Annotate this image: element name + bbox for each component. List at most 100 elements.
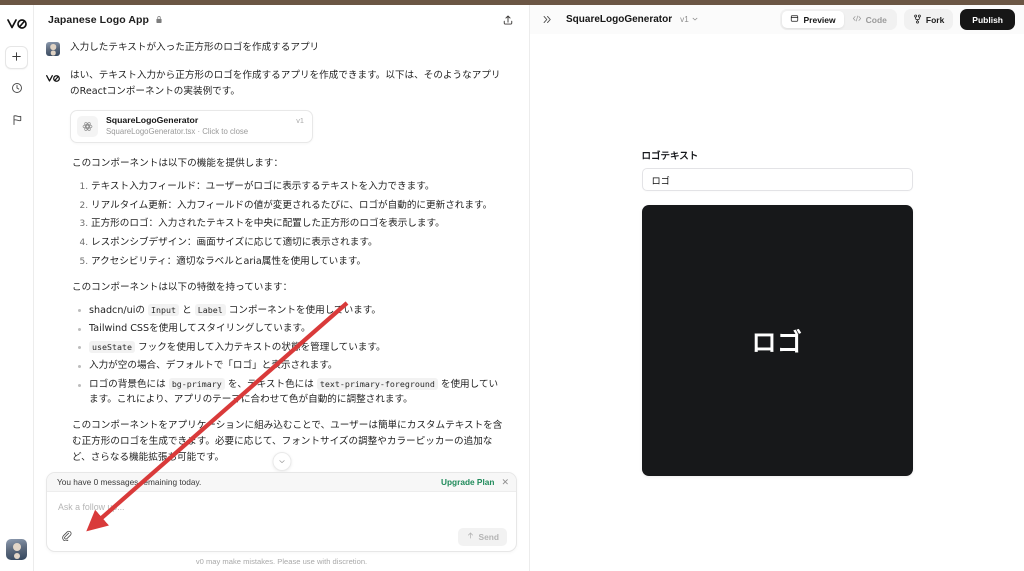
trait-text: shadcn/uiの — [89, 304, 149, 316]
left-rail — [0, 5, 34, 571]
sidebar-item-history[interactable] — [5, 78, 28, 101]
trait-text: ロゴの背景色には — [89, 379, 169, 391]
arrow-up-icon — [466, 531, 475, 542]
publish-label: Publish — [972, 14, 1003, 25]
message-avatar — [46, 40, 61, 56]
disclaimer-text: v0 may make mistakes. Please use with di… — [195, 557, 368, 566]
trait-text: コンポーネントを使用しています。 — [225, 304, 382, 316]
chat-panel: Japanese Logo App 入力したテキストが入った正方形のロゴを作成す… — [34, 5, 530, 571]
v0-logo-icon[interactable] — [6, 16, 28, 32]
chevron-down-icon — [691, 15, 699, 25]
logo-preview-square: ロゴ — [641, 205, 913, 476]
code-block-version: v1 — [296, 116, 304, 126]
code-block-meta: SquareLogoGenerator SquareLogoGenerator.… — [106, 115, 296, 137]
logo-text-input[interactable]: ロゴ — [641, 168, 913, 191]
quota-banner: You have 0 messages remaining today. Upg… — [47, 473, 516, 492]
trait-text: フックを使用して入力テキストの状態を管理しています。 — [134, 341, 386, 353]
list-item: アクセシビリティ：適切なラベルとaria属性を使用しています。 — [91, 254, 507, 269]
avatar[interactable] — [6, 539, 27, 560]
tab-code[interactable]: Code — [844, 11, 895, 28]
trait-text: と — [179, 304, 195, 316]
tab-preview[interactable]: Preview — [782, 11, 844, 28]
code-icon — [852, 14, 862, 25]
list-item: ロゴの背景色には bg-primary を、テキスト色には text-prima… — [78, 377, 507, 407]
version-label: v1 — [680, 15, 689, 24]
send-label: Send — [478, 531, 499, 542]
message-user: 入力したテキストが入った正方形のロゴを作成するアプリ — [46, 40, 507, 56]
chat-composer: You have 0 messages remaining today. Upg… — [46, 472, 517, 552]
code-block-subtitle: SquareLogoGenerator.tsx · Click to close — [106, 127, 249, 137]
list-item: テキスト入力フィールド：ユーザーがロゴに表示するテキストを入力できます。 — [91, 179, 507, 194]
scroll-to-bottom-button[interactable] — [272, 452, 291, 471]
inline-code: Input — [148, 303, 180, 316]
inline-code: Label — [194, 303, 226, 316]
attach-file-button[interactable] — [57, 528, 75, 546]
chevrons-right-icon[interactable] — [540, 12, 555, 27]
generated-app: ロゴテキスト ロゴ ロゴ — [641, 34, 913, 571]
tab-code-label: Code — [865, 14, 887, 25]
chat-input-placeholder: Ask a follow up... — [58, 502, 125, 512]
quota-text: You have 0 messages remaining today. — [57, 477, 202, 487]
list-item: リアルタイム更新：入力フィールドの値が変更されるたびに、ロゴが自動的に更新されま… — [91, 198, 507, 213]
lock-icon — [155, 15, 163, 24]
sidebar-item-feedback[interactable] — [5, 110, 28, 133]
logo-text-input-value: ロゴ — [651, 175, 670, 187]
traits-heading: このコンポーネントは以下の特徴を持っています： — [72, 281, 293, 293]
list-item: 正方形のロゴ：入力されたテキストを中央に配置した正方形のロゴを表示します。 — [91, 216, 507, 231]
send-button[interactable]: Send — [457, 527, 507, 546]
trait-text: 入力が空の場合、デフォルトで「ロゴ」と表示されます。 — [89, 360, 338, 372]
composer-wrapper: You have 0 messages remaining today. Upg… — [34, 472, 529, 552]
fork-button[interactable]: Fork — [903, 9, 954, 30]
inline-code: useState — [89, 340, 135, 353]
message-assistant: はい、テキスト入力から正方形のロゴを作成するアプリを作成できます。以下は、そのよ… — [46, 68, 507, 144]
preview-panel: SquareLogoGenerator v1 Preview Code Fork… — [530, 5, 1024, 571]
chat-header: Japanese Logo App — [34, 5, 529, 34]
paperclip-icon — [61, 528, 72, 546]
clock-icon — [11, 81, 23, 99]
chat-input[interactable]: Ask a follow up... — [47, 492, 516, 522]
list-item: shadcn/uiの Input と Label コンポーネントを使用しています… — [78, 303, 507, 318]
list-item: レスポンシブデザイン：画面サイズに応じて適切に表示されます。 — [91, 235, 507, 250]
user-message-text: 入力したテキストが入った正方形のロゴを作成するアプリ — [70, 42, 320, 53]
flag-icon — [11, 113, 23, 131]
preview-header: SquareLogoGenerator v1 Preview Code Fork… — [530, 5, 1024, 34]
preview-icon — [790, 14, 799, 25]
upgrade-plan-link[interactable]: Upgrade Plan — [441, 477, 494, 487]
view-mode-tabs: Preview Code — [780, 9, 897, 30]
composer-actions: Send — [47, 522, 516, 551]
code-block-name: SquareLogoGenerator — [106, 115, 199, 126]
features-list: テキスト入力フィールド：ユーザーがロゴに表示するテキストを入力できます。 リアル… — [72, 179, 507, 269]
inline-code: bg-primary — [168, 378, 225, 391]
code-block-card[interactable]: SquareLogoGenerator SquareLogoGenerator.… — [70, 110, 313, 144]
list-item: 入力が空の場合、デフォルトで「ロゴ」と表示されます。 — [78, 358, 507, 373]
v0-avatar-icon — [46, 70, 60, 87]
user-avatar-icon — [46, 42, 60, 56]
share-upload-icon[interactable] — [499, 11, 517, 29]
tab-preview-label: Preview — [803, 14, 836, 25]
chat-messages: 入力したテキストが入った正方形のロゴを作成するアプリ はい、テキスト入力から正方… — [34, 34, 529, 472]
trait-text: Tailwind CSSを使用してスタイリングしています。 — [89, 323, 311, 335]
app-window: Japanese Logo App 入力したテキストが入った正方形のロゴを作成す… — [0, 0, 1024, 571]
logo-preview-text: ロゴ — [751, 327, 803, 357]
list-item: Tailwind CSSを使用してスタイリングしています。 — [78, 321, 507, 336]
logo-text-label: ロゴテキスト — [641, 151, 699, 162]
fork-icon — [913, 14, 922, 26]
code-block-icon — [77, 116, 98, 138]
assistant-message-text: はい、テキスト入力から正方形のロゴを作成するアプリを作成できます。以下は、そのよ… — [70, 70, 501, 97]
chevron-down-icon — [277, 453, 286, 471]
publish-button[interactable]: Publish — [960, 9, 1015, 30]
traits-list: shadcn/uiの Input と Label コンポーネントを使用しています… — [72, 303, 507, 408]
page-title: Japanese Logo App — [48, 13, 150, 26]
close-icon[interactable]: ✕ — [501, 477, 509, 487]
fork-label: Fork — [925, 14, 945, 25]
preview-title: SquareLogoGenerator — [566, 14, 673, 25]
sidebar-item-new-chat[interactable] — [5, 46, 28, 69]
trait-text: を、テキスト色には — [224, 379, 317, 391]
inline-code: text-primary-foreground — [316, 378, 438, 391]
features-heading: このコンポーネントは以下の機能を提供します： — [72, 158, 284, 170]
version-selector[interactable]: v1 — [680, 15, 699, 25]
message-avatar — [46, 68, 61, 143]
list-item: useState フックを使用して入力テキストの状態を管理しています。 — [78, 340, 507, 355]
plus-icon — [11, 49, 22, 67]
preview-stage: ロゴテキスト ロゴ ロゴ — [530, 34, 1024, 571]
